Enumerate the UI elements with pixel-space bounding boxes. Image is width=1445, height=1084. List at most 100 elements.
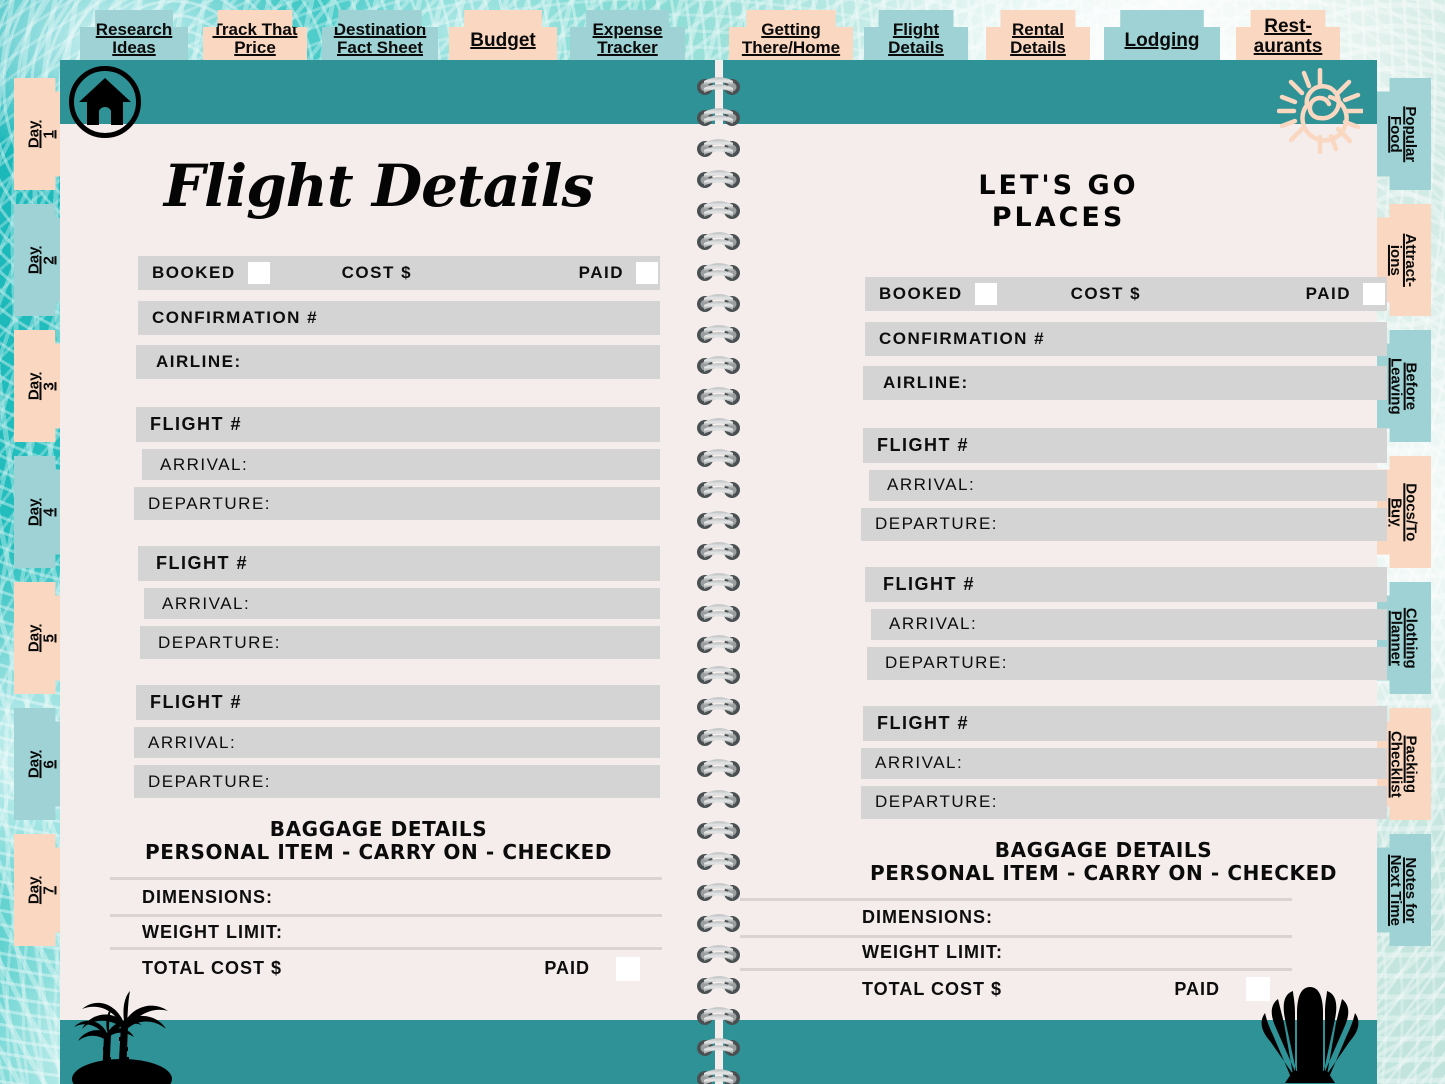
airline-row-left[interactable]: AIRLINE:	[136, 345, 660, 379]
flight-blocks-right: FLIGHT # ARRIVAL: DEPARTURE: FLIGHT # ARRIVA…	[740, 427, 1387, 819]
total-paid-checkbox-left[interactable]	[616, 956, 640, 981]
side-tab-label: Before	[1402, 362, 1420, 410]
booked-checkbox-left[interactable]	[247, 262, 270, 284]
top-tab-label: Rest-	[1264, 16, 1312, 38]
flight-blocks-left: FLIGHT # ARRIVAL: DEPARTURE: FLIGHT # ARRIVA…	[60, 407, 697, 798]
top-tab-label: Flight	[892, 20, 940, 40]
departure-label: DEPARTURE:	[158, 632, 282, 652]
top-tab-expense-tracker[interactable]: Expense Tracker	[570, 10, 685, 60]
weight-label-right: WEIGHT LIMIT:	[862, 942, 1003, 963]
side-tab-label: Buy	[1387, 497, 1404, 527]
top-tab-label: Tracker	[597, 37, 658, 57]
flight-block: FLIGHT # ARRIVAL: DEPARTURE:	[740, 566, 1387, 680]
paid-label-right: PAID	[1305, 283, 1351, 303]
dimensions-label-right: DIMENSIONS:	[862, 907, 994, 928]
spiral-ring	[697, 200, 740, 222]
top-tab-flight-details[interactable]: Flight Details	[864, 10, 968, 60]
spiral-ring	[697, 913, 740, 935]
side-tab-label: Day	[25, 372, 43, 400]
top-tab-label: Details	[1010, 37, 1066, 57]
flight-row[interactable]: FLIGHT #	[136, 685, 660, 720]
spiral-ring	[697, 1006, 740, 1028]
flight-row[interactable]: FLIGHT #	[863, 427, 1387, 463]
departure-label: DEPARTURE:	[148, 771, 272, 791]
top-tab-research-ideas[interactable]: Research Ideas	[80, 10, 188, 60]
arrival-row[interactable]: ARRIVAL:	[869, 469, 1387, 501]
side-tab-label: Clothing	[1402, 607, 1420, 669]
top-tab-rental-details[interactable]: Rental Details	[986, 10, 1090, 60]
top-tab-destination-fact-sheet[interactable]: Destination Fact Sheet	[322, 10, 438, 60]
side-tab-label: 5	[41, 633, 58, 643]
flight-block: FLIGHT # ARRIVAL: DEPARTURE:	[60, 407, 697, 520]
dimensions-row-left[interactable]: DIMENSIONS:	[110, 877, 662, 914]
airline-row-right[interactable]: AIRLINE:	[863, 365, 1387, 400]
booked-cost-paid-row-right: BOOKED COST $ PAID	[865, 276, 1387, 311]
departure-row[interactable]: DEPARTURE:	[867, 646, 1387, 680]
side-tab-popular-food[interactable]: Popular Food	[1375, 78, 1431, 190]
total-cost-row-left: TOTAL COST $ PAID	[110, 947, 662, 987]
flight-row[interactable]: FLIGHT #	[865, 566, 1387, 602]
page-title-right-line2: PLACES	[991, 201, 1126, 233]
spiral-ring	[697, 448, 740, 470]
top-tab-rest-aurants[interactable]: Rest-aurants	[1236, 10, 1340, 60]
arrival-row[interactable]: ARRIVAL:	[144, 588, 660, 619]
top-tab-label: Destination	[333, 20, 427, 40]
flight-block: FLIGHT # ARRIVAL: DEPARTURE:	[740, 427, 1387, 541]
booked-checkbox-right[interactable]	[974, 282, 997, 305]
top-tab-lodging[interactable]: Lodging	[1104, 10, 1220, 60]
arrival-row[interactable]: ARRIVAL:	[134, 727, 660, 758]
side-tab-label: Day	[25, 624, 43, 652]
side-tab-label: Next Time	[1387, 854, 1405, 926]
arrival-label: ARRIVAL:	[160, 454, 249, 474]
departure-row[interactable]: DEPARTURE:	[134, 765, 660, 798]
spiral-ring	[697, 882, 740, 904]
spiral-ring	[697, 665, 740, 687]
arrival-row[interactable]: ARRIVAL:	[142, 449, 660, 480]
flight-row[interactable]: FLIGHT #	[863, 705, 1387, 741]
flight-label: FLIGHT #	[877, 434, 969, 455]
paid-checkbox-right[interactable]	[1363, 282, 1385, 305]
top-tab-getting-there-home[interactable]: Getting There/Home	[729, 10, 853, 60]
side-tab-label: Checklist	[1387, 730, 1405, 798]
spiral-ring	[697, 820, 740, 842]
total-cost-label-left: TOTAL COST $	[142, 958, 283, 978]
weight-row-right[interactable]: WEIGHT LIMIT:	[740, 934, 1292, 968]
top-tab-budget[interactable]: Budget	[449, 10, 557, 60]
top-tab-track-that-price[interactable]: Track That Price	[203, 10, 307, 60]
travel-planner-app: Research Ideas Track That Price Destination F…	[0, 0, 1445, 1084]
paid-checkbox-left[interactable]	[636, 262, 658, 284]
side-tab-label: 2	[41, 255, 58, 265]
booked-label-left: BOOKED	[152, 263, 236, 282]
side-tab-label: 6	[41, 759, 58, 769]
spiral-ring	[697, 262, 740, 284]
confirmation-row-right[interactable]: CONFIRMATION #	[865, 321, 1387, 356]
weight-row-left[interactable]: WEIGHT LIMIT:	[110, 914, 662, 947]
top-tab-label: Getting	[761, 20, 821, 40]
departure-row[interactable]: DEPARTURE:	[134, 487, 660, 520]
arrival-row[interactable]: ARRIVAL:	[871, 608, 1387, 640]
dimensions-row-right[interactable]: DIMENSIONS:	[740, 897, 1292, 935]
spiral-ring	[697, 386, 740, 408]
side-tab-rotated-label: Popular Food	[1387, 106, 1419, 162]
flight-row[interactable]: FLIGHT #	[138, 546, 660, 581]
side-tab-rotated-label: Attract-ions	[1387, 233, 1419, 286]
spiral-ring	[697, 789, 740, 811]
spiral-ring	[697, 169, 740, 191]
side-tab-notes-for-next-time[interactable]: Notes for Next Time	[1375, 834, 1431, 946]
arrival-row[interactable]: ARRIVAL:	[861, 747, 1387, 779]
side-tab-rotated-label: Docs/To Buy	[1387, 483, 1419, 541]
spiral-ring	[697, 758, 740, 780]
departure-row[interactable]: DEPARTURE:	[140, 626, 660, 659]
spiral-ring	[697, 1037, 740, 1059]
spiral-ring	[697, 696, 740, 718]
side-tab-label: Day	[25, 120, 43, 148]
booked-label-right: BOOKED	[879, 283, 963, 303]
spiral-ring	[697, 727, 740, 749]
departure-row[interactable]: DEPARTURE:	[861, 507, 1387, 541]
side-tab-label: Day	[25, 498, 43, 526]
departure-row[interactable]: DEPARTURE:	[861, 785, 1387, 819]
confirmation-row-left[interactable]: CONFIRMATION #	[138, 301, 660, 335]
flight-row[interactable]: FLIGHT #	[136, 407, 660, 442]
spiral-ring	[697, 541, 740, 563]
side-tab-rotated-label: Day 2	[26, 246, 58, 274]
